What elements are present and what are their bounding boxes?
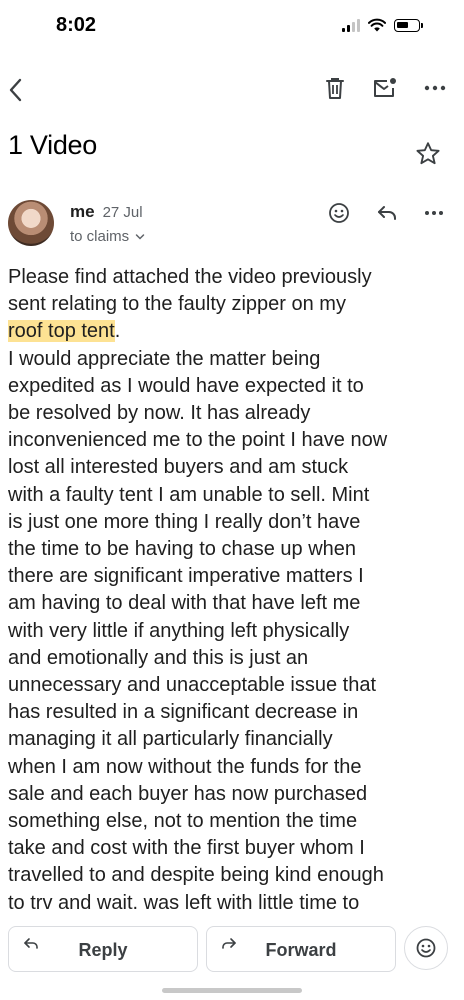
body-text: be resolved by now. It has already: [8, 402, 311, 425]
body-line: unnecessary and unacceptable issue that: [8, 672, 458, 699]
body-line: sent relating to the faulty zipper on my: [8, 291, 458, 318]
app-bar: [0, 66, 464, 116]
recipient-details[interactable]: to claims: [70, 228, 145, 245]
email-date: 27 Jul: [102, 204, 143, 221]
home-indicator: [162, 988, 302, 993]
wifi-icon: [368, 18, 386, 32]
body-line: with a faulty tent I am unable to sell. …: [8, 482, 458, 509]
email-subject: 1 Video: [8, 130, 97, 160]
sender-row: me 27 Jul: [70, 202, 143, 222]
status-icons: [342, 18, 423, 32]
chevron-left-icon: [9, 78, 22, 102]
message-actions: [328, 202, 444, 224]
battery-icon: [394, 18, 423, 32]
emoji-reaction-button[interactable]: [404, 926, 448, 970]
body-text: take and cost with the first buyer whom …: [8, 837, 365, 860]
mark-unread-button[interactable]: [372, 77, 398, 99]
body-line: lost all interested buyers and am stuck: [8, 454, 458, 481]
emoji-icon: [416, 938, 436, 958]
body-text: sale and each buyer has now purchased: [8, 782, 368, 805]
body-text: and emotionally and this is just an: [8, 646, 309, 669]
body-text: to trv and wait. was left with little ti…: [8, 891, 360, 914]
body-line: Please find attached the video previousl…: [8, 264, 458, 291]
body-text: travelled to and despite being kind enou…: [8, 864, 384, 887]
body-text: inconvenienced me to the point I have no…: [8, 429, 388, 452]
emoji-icon: [329, 203, 349, 223]
more-options-button[interactable]: [424, 84, 446, 92]
body-line: managing it all particularly financially: [8, 726, 458, 753]
message-more-button[interactable]: [424, 209, 444, 217]
forward-pill-button[interactable]: Forward: [206, 926, 396, 972]
body-text: with a faulty tent I am unable to sell. …: [8, 483, 370, 506]
body-text: am having to deal with that have left me: [8, 592, 361, 615]
body-line: there are significant imperative matters…: [8, 563, 458, 590]
body-text: the time to be having to chase up when: [8, 538, 357, 561]
body-text: something else, not to mention the time: [8, 810, 358, 833]
reply-icon: [378, 206, 396, 220]
body-text: sent relating to the faulty zipper on my: [8, 293, 346, 316]
recipient-label: to claims: [70, 228, 130, 245]
reply-pill-button[interactable]: Reply: [8, 926, 198, 972]
body-text: unnecessary and unacceptable issue that: [8, 674, 377, 697]
body-line: has resulted in a significant decrease i…: [8, 699, 458, 726]
forward-label: Forward: [265, 940, 337, 960]
avatar[interactable]: [8, 200, 54, 246]
body-text: .: [114, 320, 121, 343]
body-line: is just one more thing I really don’t ha…: [8, 509, 458, 536]
body-text: is just one more thing I really don’t ha…: [8, 510, 361, 533]
star-outline-icon: [416, 142, 440, 165]
highlighted-text[interactable]: roof top tent: [8, 320, 115, 343]
body-line: to trv and wait. was left with little ti…: [8, 890, 458, 917]
body-line: sale and each buyer has now purchased: [8, 781, 458, 808]
reply-button[interactable]: [376, 204, 398, 222]
body-line: expedited as I would have expected it to: [8, 373, 458, 400]
cellular-signal-icon: [342, 18, 360, 32]
body-line: with very little if anything left physic…: [8, 618, 458, 645]
body-line: am having to deal with that have left me: [8, 590, 458, 617]
body-text: lost all interested buyers and am stuck: [8, 456, 349, 479]
status-time: 8:02: [56, 14, 97, 36]
email-body: Please find attached the video previousl…: [8, 264, 458, 917]
body-text: with very little if anything left physic…: [8, 619, 350, 642]
delete-button[interactable]: [324, 76, 346, 100]
body-text: there are significant imperative matters…: [8, 565, 364, 588]
add-reaction-button[interactable]: [328, 202, 350, 224]
body-text: Please find attached the video previousl…: [8, 266, 372, 288]
body-text: expedited as I would have expected it to: [8, 374, 364, 397]
body-line: inconvenienced me to the point I have no…: [8, 427, 458, 454]
body-text: managing it all particularly financially: [8, 728, 333, 751]
body-line: roof top tent.: [8, 318, 458, 345]
mail-unread-icon: [374, 78, 396, 97]
sender-name: me: [70, 202, 95, 221]
chevron-down-icon: [135, 233, 145, 240]
status-bar: 8:02: [0, 0, 464, 56]
star-button[interactable]: [414, 140, 442, 168]
reply-label: Reply: [78, 940, 128, 960]
body-line: when I am now without the funds for the: [8, 754, 458, 781]
more-horizontal-icon: [424, 85, 446, 91]
trash-icon: [326, 78, 344, 99]
body-text: I would appreciate the matter being: [8, 347, 321, 370]
body-line: be resolved by now. It has already: [8, 400, 458, 427]
body-line: I would appreciate the matter being: [8, 346, 458, 373]
body-line: the time to be having to chase up when: [8, 536, 458, 563]
body-line: take and cost with the first buyer whom …: [8, 835, 458, 862]
body-text: has resulted in a significant decrease i…: [8, 701, 359, 724]
more-horizontal-icon: [425, 211, 443, 215]
body-line: something else, not to mention the time: [8, 808, 458, 835]
body-line: and emotionally and this is just an: [8, 645, 458, 672]
body-text: when I am now without the funds for the: [8, 755, 362, 778]
back-button[interactable]: [2, 72, 30, 108]
body-line: travelled to and despite being kind enou…: [8, 862, 458, 889]
